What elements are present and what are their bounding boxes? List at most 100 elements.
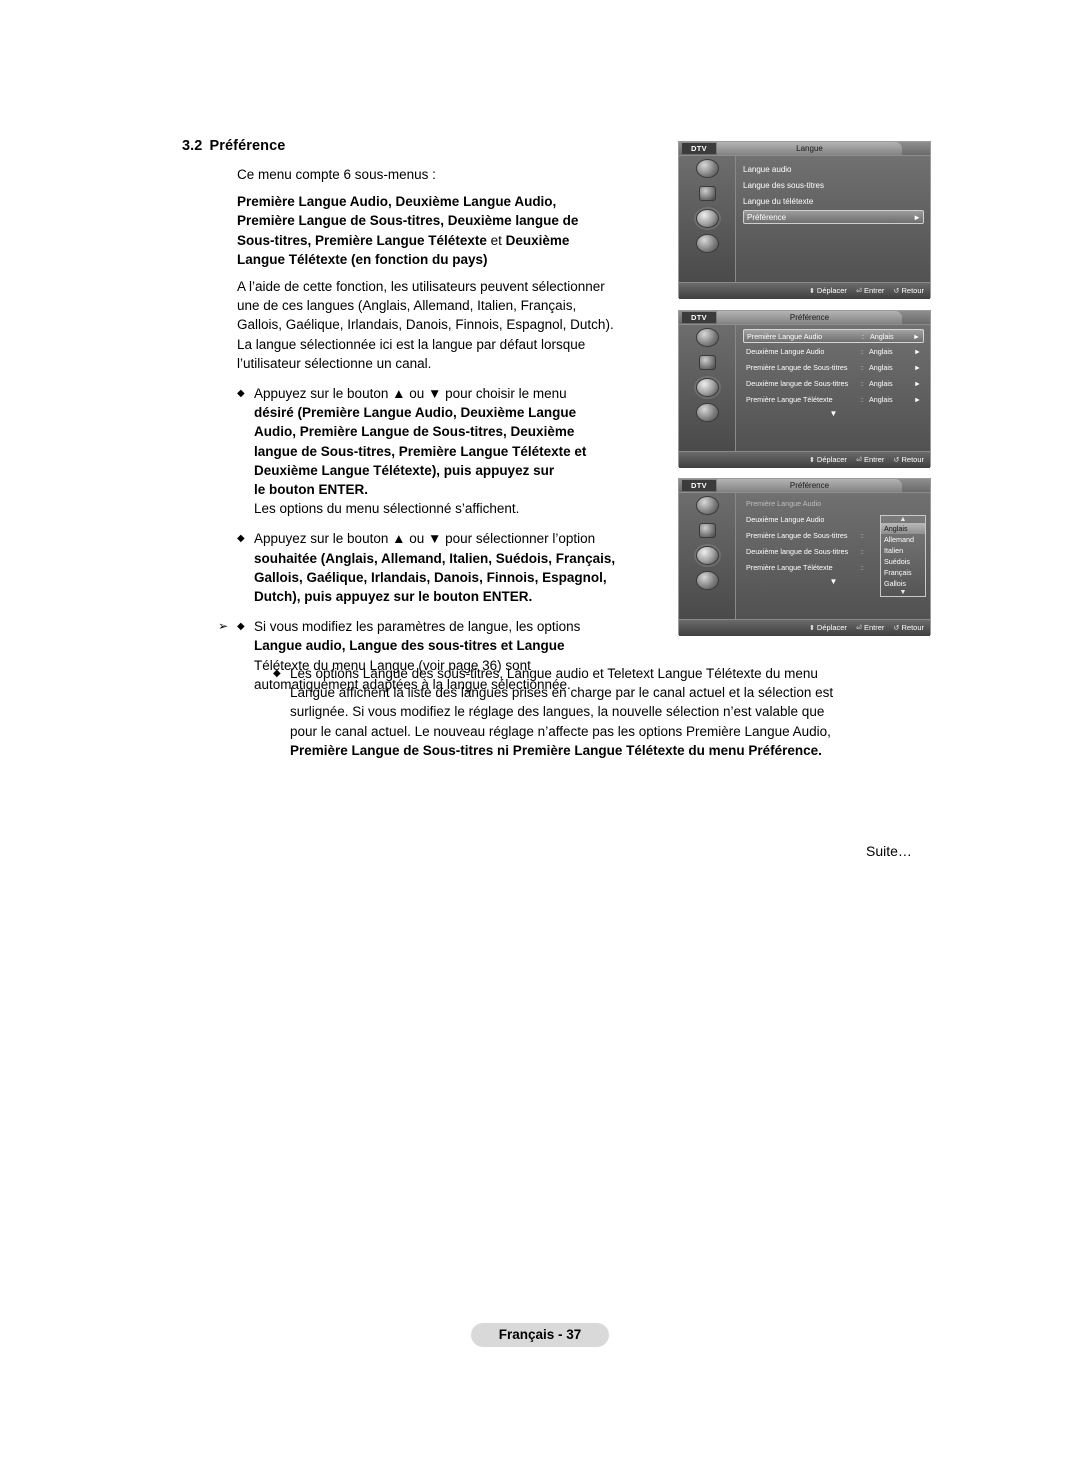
- osd-hint-return: Retour: [901, 286, 924, 295]
- return-key-icon: ↺: [893, 457, 900, 464]
- osd-icon-column: [679, 493, 736, 619]
- osd-option-label: Première Langue Audio: [746, 499, 822, 508]
- chevron-right-icon: ►: [913, 363, 921, 372]
- osd-option-row[interactable]: Première Langue Télétexte : Anglais ►: [743, 393, 924, 407]
- osd-option-value: Anglais: [870, 332, 894, 341]
- scroll-down-icon[interactable]: ▼: [881, 589, 925, 596]
- osd-option-colon: :: [862, 332, 864, 341]
- sound-icon[interactable]: [679, 350, 735, 375]
- osd-option-row[interactable]: Deuxième langue de Sous-titres : Anglais…: [743, 377, 924, 391]
- osd-menu-item[interactable]: Langue du télétexte: [743, 194, 924, 210]
- osd-option-row[interactable]: Première Langue Audio: [743, 497, 924, 511]
- scroll-up-icon[interactable]: ▲: [881, 516, 925, 523]
- arrow-icon: ➢: [218, 619, 229, 634]
- bullet-diamond-icon: ◆: [273, 668, 281, 679]
- osd-option-row[interactable]: Première Langue de Sous-titres : Anglais…: [743, 361, 924, 375]
- input-icon[interactable]: [679, 231, 735, 256]
- bullet-diamond-icon: ◆: [237, 388, 245, 400]
- osd-hint-return: Retour: [901, 455, 924, 464]
- osd-option-colon: :: [861, 563, 863, 572]
- osd-icon-column: [679, 325, 736, 451]
- osd-titlebar: DTV Préférence: [679, 479, 930, 493]
- wide-note-text: Les options Langue des sous-titres, Lang…: [290, 666, 834, 758]
- osd-footer-hints: ⬍ Déplacer ⏎ Entrer ↺ Retour: [679, 619, 930, 636]
- osd-hint-enter: Entrer: [863, 455, 885, 464]
- osd-option-colon: :: [861, 347, 863, 356]
- dropdown-option[interactable]: Italien: [881, 545, 925, 556]
- osd-menu-list: Première Langue Audio : Anglais ► Deuxiè…: [735, 325, 930, 451]
- osd-menu-list: Langue audio Langue des sous-titres Lang…: [735, 156, 930, 282]
- picture-icon[interactable]: [679, 325, 735, 350]
- setup-icon[interactable]: [679, 543, 735, 568]
- page-footer: Français - 37: [471, 1323, 609, 1347]
- return-key-icon: ↺: [893, 288, 900, 295]
- return-key-icon: ↺: [893, 625, 900, 632]
- sound-icon[interactable]: [679, 518, 735, 543]
- updown-icon: ⬍: [808, 288, 815, 295]
- osd-option-label: Deuxième Langue Audio: [746, 515, 825, 524]
- enter-key-icon: ⏎: [856, 457, 862, 464]
- osd-option-value: Anglais: [869, 395, 893, 404]
- osd-option-value: Anglais: [869, 347, 893, 356]
- chevron-right-icon: ►: [913, 347, 921, 356]
- osd-option-label: Première Langue Télétexte: [746, 563, 833, 572]
- enter-key-icon: ⏎: [856, 288, 862, 295]
- document-page: 3.2 Préférence Ce menu compte 6 sous-menu…: [0, 0, 1080, 1464]
- osd-option-label: Première Langue de Sous-titres: [746, 363, 848, 372]
- osd-menu-list: Première Langue Audio Deuxième Langue Au…: [735, 493, 930, 619]
- scroll-down-icon[interactable]: ▼: [743, 409, 924, 418]
- dropdown-option[interactable]: Français: [881, 567, 925, 578]
- osd-option-row[interactable]: Deuxième Langue Audio : Anglais ►: [743, 345, 924, 359]
- osd-dtv-badge: DTV: [682, 312, 716, 323]
- bullet-diamond-icon: ◆: [237, 533, 245, 545]
- bullet-item: ◆ Appuyez sur le bouton ▲ ou ▼ pour séle…: [237, 529, 662, 606]
- osd-option-label: Deuxième langue de Sous-titres: [746, 379, 849, 388]
- osd-footer-hints: ⬍ Déplacer ⏎ Entrer ↺ Retour: [679, 282, 930, 299]
- osd-screenshot-langue: DTV Langue Langue audio Langue des sous-…: [678, 141, 931, 299]
- picture-icon[interactable]: [679, 156, 735, 181]
- osd-hint-enter: Entrer: [863, 623, 885, 632]
- input-icon[interactable]: [679, 568, 735, 593]
- osd-menu-item[interactable]: Langue des sous-titres: [743, 178, 924, 194]
- osd-option-colon: :: [861, 547, 863, 556]
- submenu-list: Première Langue Audio, Deuxième Langue A…: [237, 194, 579, 267]
- language-dropdown[interactable]: ▲ Anglais Allemand Italien Suédois Franç…: [880, 515, 926, 597]
- setup-icon[interactable]: [679, 375, 735, 400]
- section-heading: 3.2 Préférence: [182, 138, 662, 154]
- sound-icon[interactable]: [679, 181, 735, 206]
- osd-dtv-badge: DTV: [682, 480, 716, 491]
- chevron-right-icon: ►: [913, 379, 921, 388]
- osd-body: Première Langue Audio : Anglais ► Deuxiè…: [679, 325, 930, 451]
- osd-hint-enter: Entrer: [863, 286, 885, 295]
- dropdown-option[interactable]: Allemand: [881, 534, 925, 545]
- osd-option-colon: :: [861, 395, 863, 404]
- osd-hint-move: Déplacer: [816, 455, 847, 464]
- bullet-text: Appuyez sur le bouton ▲ ou ▼ pour choisi…: [254, 386, 587, 517]
- osd-icon-column: [679, 156, 736, 282]
- osd-menu-item[interactable]: Langue audio: [743, 162, 924, 178]
- osd-option-colon: :: [861, 363, 863, 372]
- input-icon[interactable]: [679, 400, 735, 425]
- osd-screenshot-preference: DTV Préférence Première Langue Audio : A…: [678, 310, 931, 468]
- osd-body: Langue audio Langue des sous-titres Lang…: [679, 156, 930, 282]
- picture-icon[interactable]: [679, 493, 735, 518]
- bullet-item: ◆ Appuyez sur le bouton ▲ ou ▼ pour choi…: [237, 384, 662, 518]
- dropdown-option[interactable]: Anglais: [881, 523, 925, 534]
- osd-option-row-selected[interactable]: Première Langue Audio : Anglais ►: [743, 329, 924, 343]
- osd-titlebar: DTV Préférence: [679, 311, 930, 325]
- setup-icon[interactable]: [679, 206, 735, 231]
- intro-paragraph: Ce menu compte 6 sous-menus :: [237, 167, 436, 182]
- section-title: Préférence: [209, 138, 286, 154]
- osd-menu-item-selected[interactable]: Préférence ►: [743, 210, 924, 224]
- osd-tab-title: Préférence: [717, 479, 902, 492]
- osd-body: Première Langue Audio Deuxième Langue Au…: [679, 493, 930, 619]
- osd-hint-return: Retour: [901, 623, 924, 632]
- updown-icon: ⬍: [808, 457, 815, 464]
- dropdown-option[interactable]: Suédois: [881, 556, 925, 567]
- continuation-label: Suite…: [866, 843, 912, 859]
- osd-screenshot-preference-dropdown: DTV Préférence Première Langue Audio Deu…: [678, 478, 931, 636]
- dropdown-option[interactable]: Gallois: [881, 578, 925, 589]
- osd-footer-hints: ⬍ Déplacer ⏎ Entrer ↺ Retour: [679, 451, 930, 468]
- osd-option-label: Première Langue Audio: [747, 332, 823, 341]
- chevron-right-icon: ►: [913, 213, 921, 222]
